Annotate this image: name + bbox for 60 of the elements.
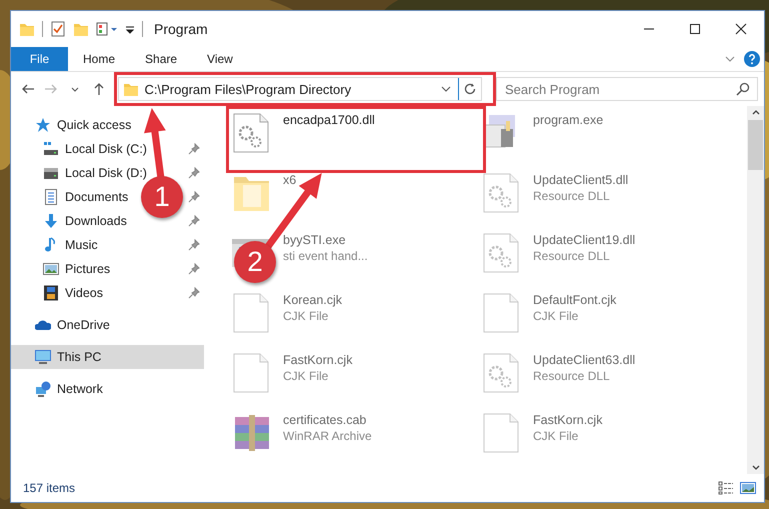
file-type: CJK File: [283, 369, 330, 383]
file-name[interactable]: FastKorn.cjk: [283, 353, 352, 367]
file-name[interactable]: encadpa1700.dll: [283, 113, 375, 127]
file-name[interactable]: x6: [283, 173, 296, 187]
download-icon: [43, 213, 59, 229]
file-type: Resource DLL: [533, 369, 611, 383]
search-field[interactable]: Search Program: [496, 77, 758, 101]
file-name[interactable]: FastKorn.cjk: [533, 413, 602, 427]
search-icon[interactable]: [736, 82, 750, 96]
sidebar-item[interactable]: Network: [57, 382, 103, 396]
sidebar-item[interactable]: Pictures: [65, 262, 110, 276]
file-name[interactable]: certificates.cab: [283, 413, 372, 427]
scroll-thumb[interactable]: [748, 120, 763, 170]
drive-icon: [43, 141, 59, 157]
file-type: CJK File: [533, 309, 580, 323]
sidebar-item[interactable]: Music: [65, 238, 98, 252]
file-name[interactable]: UpdateClient19.dll: [533, 233, 636, 247]
folder-icon: [122, 81, 138, 97]
file-name[interactable]: UpdateClient63.dll: [533, 353, 636, 367]
file-name[interactable]: UpdateClient5.dll: [533, 173, 628, 187]
item-count: 157 items: [23, 481, 76, 495]
monitor-icon: [35, 349, 51, 365]
sidebar-item[interactable]: Documents: [65, 190, 128, 204]
file-type: Resource DLL: [533, 189, 611, 203]
sidebar-item[interactable]: Downloads: [65, 214, 127, 228]
file-type: CJK File: [533, 429, 580, 443]
sidebar-item[interactable]: Local Disk (C:): [65, 142, 147, 156]
file-name[interactable]: DefaultFont.cjk: [533, 293, 616, 307]
document-icon: [43, 189, 59, 205]
close-icon: [735, 23, 747, 35]
star-icon: [35, 117, 51, 133]
large-icons-view-icon[interactable]: [740, 481, 756, 495]
maximize-icon: [689, 23, 701, 35]
film-icon: [43, 285, 59, 301]
ribbon-tab[interactable]: Home: [68, 47, 130, 71]
scrollbar[interactable]: [747, 106, 764, 474]
file-type: Resource DLL: [533, 249, 611, 263]
file-type: sti event hand...: [283, 249, 368, 263]
file-name[interactable]: byySTI.exe: [283, 233, 368, 247]
sidebar-item[interactable]: OneDrive: [57, 318, 110, 332]
sidebar-item[interactable]: This PC: [57, 350, 102, 364]
details-view-icon[interactable]: [718, 481, 734, 495]
sidebar-item[interactable]: Videos: [65, 286, 103, 300]
drive-icon: [43, 165, 59, 181]
file-name[interactable]: program.exe: [533, 113, 604, 127]
file-type: WinRAR Archive: [283, 429, 372, 443]
help-icon[interactable]: [744, 51, 760, 67]
file-type: CJK File: [283, 309, 330, 323]
properties-icon[interactable]: [50, 21, 66, 37]
ribbon-tab[interactable]: Share: [130, 47, 192, 71]
window-title: Program: [154, 21, 209, 37]
ribbon-tab[interactable]: View: [192, 47, 248, 71]
sidebar-item[interactable]: Quick access: [57, 118, 132, 132]
address-bar[interactable]: C:\Program Files\Program Directory: [118, 77, 482, 101]
file-menu-button[interactable]: File: [11, 47, 68, 71]
view-options-icon[interactable]: [96, 21, 118, 37]
refresh-icon[interactable]: [462, 82, 477, 96]
picture-icon: [43, 261, 59, 277]
network-icon: [35, 381, 51, 397]
file-name[interactable]: Korean.cjk: [283, 293, 342, 307]
